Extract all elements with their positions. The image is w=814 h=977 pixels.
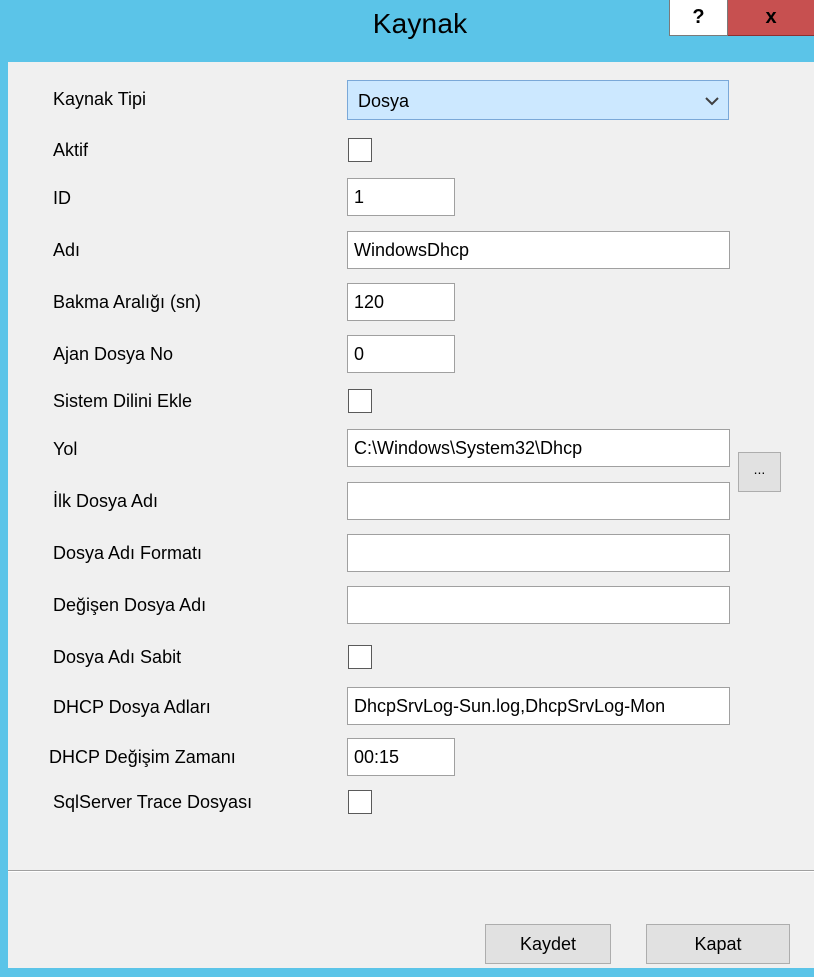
dhcp-degisim-zamani-label: DHCP Değişim Zamanı <box>49 747 236 767</box>
dhcp-dosya-adlari-label: DHCP Dosya Adları <box>53 697 211 717</box>
id-label: ID <box>53 188 71 208</box>
ajan-dosya-no-label: Ajan Dosya No <box>53 344 174 364</box>
sistem-dilini-ekle-label: Sistem Dilini Ekle <box>53 391 193 411</box>
adi-input[interactable]: WindowsDhcp <box>347 231 730 269</box>
bakma-araligi-input[interactable]: 120 <box>347 283 455 321</box>
ajan-dosya-no-input[interactable]: 0 <box>347 335 455 373</box>
kaynak-tipi-label: Kaynak Tipi <box>53 89 147 109</box>
dosya-adi-formati-input[interactable] <box>347 534 730 572</box>
title-bar[interactable]: Kaynak ? x <box>0 0 814 62</box>
kaynak-tipi-value: Dosya <box>358 91 410 111</box>
sistem-dilini-ekle-checkbox[interactable] <box>348 389 372 413</box>
dhcp-dosya-adlari-input[interactable]: DhcpSrvLog-Sun.log,DhcpSrvLog-Mon <box>347 687 730 725</box>
degisen-dosya-adi-label: Değişen Dosya Adı <box>53 595 207 615</box>
dosya-adi-sabit-label: Dosya Adı Sabit <box>53 647 182 667</box>
id-input[interactable]: 1 <box>347 178 455 216</box>
dialog-body: Kaynak Tipi Dosya Aktif ID 1 Adı Windows… <box>8 62 814 968</box>
sqlserver-trace-dosyasi-label: SqlServer Trace Dosyası <box>53 792 253 812</box>
yol-input[interactable]: C:\Windows\System32\Dhcp <box>347 429 730 467</box>
aktif-checkbox[interactable] <box>348 138 372 162</box>
sqlserver-trace-dosyasi-checkbox[interactable] <box>348 790 372 814</box>
help-button[interactable]: ? <box>669 0 728 36</box>
bakma-araligi-label: Bakma Aralığı (sn) <box>53 292 202 312</box>
adi-label: Adı <box>53 240 81 260</box>
close-window-button[interactable]: x <box>728 0 814 36</box>
dosya-adi-formati-label: Dosya Adı Formatı <box>53 543 203 563</box>
kaynak-tipi-combo[interactable]: Dosya <box>347 80 729 120</box>
yol-label: Yol <box>53 439 78 459</box>
dhcp-degisim-zamani-input[interactable]: 00:15 <box>347 738 455 776</box>
dialog-window: Kaynak ? x Kaynak Tipi Dosya Aktif ID 1 … <box>0 0 814 977</box>
chevron-down-icon <box>705 97 719 106</box>
browse-button[interactable]: ... <box>738 452 781 492</box>
ilk-dosya-adi-input[interactable] <box>347 482 730 520</box>
degisen-dosya-adi-input[interactable] <box>347 586 730 624</box>
aktif-label: Aktif <box>53 140 89 160</box>
dosya-adi-sabit-checkbox[interactable] <box>348 645 372 669</box>
ilk-dosya-adi-label: İlk Dosya Adı <box>53 491 159 511</box>
save-button[interactable]: Kaydet <box>485 924 611 964</box>
close-button[interactable]: Kapat <box>646 924 790 964</box>
footer-separator <box>8 870 814 872</box>
